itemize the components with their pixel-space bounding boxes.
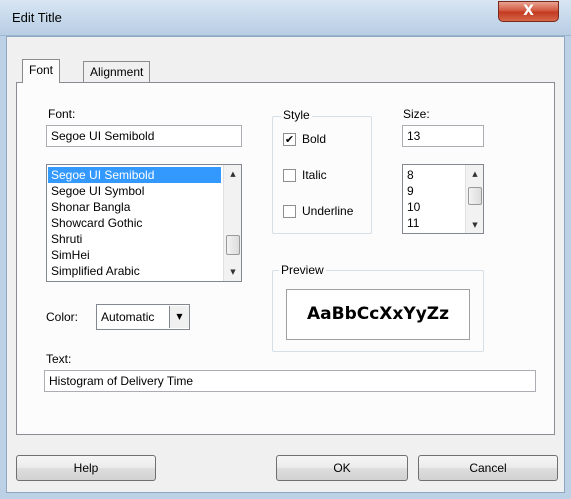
font-list-scrollbar[interactable]: ▲ ▼ — [223, 165, 241, 281]
list-item[interactable]: Shruti — [48, 231, 221, 247]
bold-label: Bold — [302, 132, 327, 146]
text-label: Text: — [46, 352, 72, 366]
font-list[interactable]: Segoe UI Semibold Segoe UI Symbol Shonar… — [46, 164, 242, 282]
tab-font-label: Font — [29, 63, 54, 77]
tab-alignment[interactable]: Alignment — [83, 61, 151, 83]
scroll-thumb[interactable] — [226, 235, 240, 255]
list-item[interactable]: Simplified Arabic — [48, 263, 221, 279]
cancel-button[interactable]: Cancel — [418, 455, 558, 481]
chevron-down-icon[interactable]: ▼ — [169, 306, 189, 328]
close-button[interactable]: X — [498, 1, 559, 22]
color-value: Automatic — [101, 310, 155, 324]
list-item[interactable]: Showcard Gothic — [48, 215, 221, 231]
list-item[interactable]: Segoe UI Symbol — [48, 183, 221, 199]
size-list-scrollbar[interactable]: ▲ ▼ — [465, 165, 483, 233]
scroll-down-icon[interactable]: ▼ — [466, 220, 483, 230]
color-label: Color: — [46, 310, 79, 324]
window-title: Edit Title — [12, 10, 62, 25]
size-label: Size: — [403, 107, 430, 121]
ok-button[interactable]: OK — [276, 455, 408, 481]
font-label: Font: — [48, 107, 76, 121]
scroll-down-icon[interactable]: ▼ — [224, 267, 241, 277]
bold-checkbox[interactable]: ✔ — [283, 133, 296, 146]
color-dropdown[interactable]: Automatic ▼ — [96, 304, 190, 330]
checkmark-icon: ✔ — [284, 133, 295, 146]
size-field[interactable]: 13 — [402, 125, 484, 147]
list-item[interactable]: 11 — [404, 215, 462, 231]
style-caption: Style — [281, 108, 312, 122]
tab-font[interactable]: Font — [22, 59, 61, 83]
tab-alignment-label: Alignment — [90, 65, 144, 79]
scroll-thumb[interactable] — [468, 187, 482, 205]
list-item[interactable]: 8 — [404, 167, 462, 183]
underline-checkbox[interactable] — [283, 205, 296, 218]
italic-label: Italic — [302, 168, 327, 182]
size-list-items: 8 9 10 11 — [404, 167, 462, 231]
font-preview: AaBbCcXxYyZz — [286, 289, 470, 340]
help-button[interactable]: Help — [16, 455, 156, 481]
title-text-field[interactable]: Histogram of Delivery Time — [44, 370, 536, 392]
title-bar: Edit Title X — [0, 0, 571, 36]
list-item[interactable]: Shonar Bangla — [48, 199, 221, 215]
close-icon: X — [523, 3, 534, 19]
font-name-field[interactable]: Segoe UI Semibold — [46, 125, 242, 147]
list-item[interactable]: 10 — [404, 199, 462, 215]
font-list-item-selected[interactable]: Segoe UI Semibold — [48, 167, 221, 183]
list-item[interactable]: SimHei — [48, 247, 221, 263]
scroll-up-icon[interactable]: ▲ — [224, 169, 241, 179]
scroll-up-icon[interactable]: ▲ — [466, 169, 483, 179]
size-list[interactable]: 8 9 10 11 ▲ ▼ — [402, 164, 484, 234]
font-list-items: Segoe UI Semibold Segoe UI Symbol Shonar… — [48, 167, 221, 279]
italic-checkbox[interactable] — [283, 169, 296, 182]
underline-label: Underline — [302, 204, 354, 218]
preview-caption: Preview — [279, 263, 326, 277]
list-item[interactable]: 9 — [404, 183, 462, 199]
